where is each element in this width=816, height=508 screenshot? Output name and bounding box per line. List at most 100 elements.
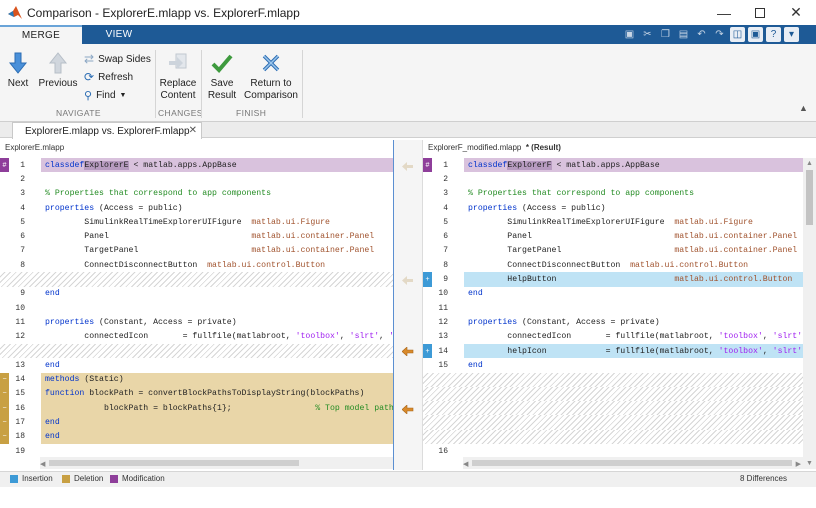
code-line[interactable] [423,415,803,430]
code-line[interactable]: 13 end [0,358,393,372]
code-line[interactable] [0,343,393,359]
code-text: Panel matlab.ui.container.Panel [468,232,798,242]
paste-icon[interactable]: ▤ [676,27,691,42]
code-line[interactable] [0,272,393,287]
code-line[interactable]: 4 properties (Access = public) [0,201,393,215]
scroll-left-icon[interactable]: ◀ [463,460,468,468]
code-text: helpIcon = fullfile(matlabroot, 'toolbox… [464,343,803,359]
code-line[interactable]: 2 [0,172,393,186]
code-line[interactable]: +9 HelpButton matlab.ui.control.Button [423,272,803,287]
line-number: 8 [20,260,25,270]
code-line[interactable]: 10 end [423,287,803,301]
close-tab-icon[interactable]: ✕ [189,125,197,136]
code-line[interactable]: −15 function blockPath = convertBlockPat… [0,386,393,402]
collapse-ribbon-icon[interactable]: ▲ [799,103,808,113]
layout-icon[interactable]: ◫ [730,27,745,42]
code-line[interactable] [423,429,803,444]
tab-merge[interactable]: MERGE [0,25,82,44]
close-window-button[interactable]: ✕ [778,0,814,25]
code-line[interactable]: 16 [423,444,803,456]
save-icon[interactable]: ▣ [622,27,637,42]
merge-arrow-icon[interactable] [401,161,415,171]
scroll-right-icon[interactable]: ▶ [796,460,801,468]
left-horizontal-scrollbar[interactable]: ◀ [40,457,393,469]
code-line[interactable]: 12 properties (Constant, Access = privat… [423,315,803,329]
change-marker [0,444,9,456]
code-line[interactable]: 8 ConnectDisconnectButton matlab.ui.cont… [0,258,393,272]
previous-button[interactable]: Previous [38,52,78,90]
replace-content-button[interactable]: Replace Content [158,52,198,102]
change-marker [0,301,9,315]
cut-icon[interactable]: ✂ [640,27,655,42]
merge-arrow-icon[interactable] [401,347,415,357]
code-line[interactable]: 5 SimulinkRealTimeExplorerUIFigure matla… [423,215,803,229]
code-line[interactable]: 12 connectedIcon = fullfile(matlabroot, … [0,330,393,344]
code-line[interactable]: −18 end [0,429,393,444]
scroll-thumb[interactable] [472,460,792,466]
code-line[interactable]: 2 [423,172,803,186]
change-marker: − [0,401,9,416]
scroll-up-icon[interactable]: ▲ [806,160,813,167]
code-line[interactable]: 7 TargetPanel matlab.ui.container.Panel [423,244,803,258]
code-line[interactable]: 11 [423,301,803,315]
next-button[interactable]: Next [4,52,32,90]
right-horizontal-scrollbar[interactable]: ◀ ▶ [463,457,803,469]
scroll-down-icon[interactable]: ▼ [806,460,813,467]
code-text: properties (Constant, Access = private) [468,317,660,327]
code-line[interactable]: 13 connectedIcon = fullfile(matlabroot, … [423,330,803,344]
code-line[interactable]: 7 TargetPanel matlab.ui.container.Panel [0,244,393,258]
code-line[interactable]: 3 % Properties that correspond to app co… [423,187,803,201]
code-line[interactable]: +14 helpIcon = fullfile(matlabroot, 'too… [423,343,803,359]
code-line[interactable]: 8 ConnectDisconnectButton matlab.ui.cont… [423,258,803,272]
scroll-thumb[interactable] [49,460,299,466]
code-line[interactable] [423,386,803,402]
code-line[interactable]: #1 classdef ExplorerF < matlab.apps.AppBa… [423,158,803,173]
tab-view[interactable]: VIEW [82,25,156,44]
code-line[interactable]: 6 Panel matlab.ui.container.Panel [423,230,803,244]
copy-icon[interactable]: ❐ [658,27,673,42]
code-line[interactable] [423,372,803,387]
right-vertical-scrollbar[interactable]: ▲ ▼ [803,158,816,469]
code-text: % Properties that correspond to app comp… [468,189,695,199]
merge-arrow-icon[interactable] [401,275,415,285]
right-pane-header: ExplorerF_modified.mlapp * (Result) [428,142,561,152]
swap-sides-button[interactable]: ⇄ Swap Sides [84,52,151,66]
minimize-button[interactable]: — [706,0,742,25]
code-line[interactable]: −16 blockPath = blockPaths{1}; % Top mod… [0,401,393,416]
merge-arrow-icon[interactable] [401,404,415,414]
line-number: 5 [20,217,25,227]
code-line[interactable] [423,401,803,416]
return-to-comparison-button[interactable]: Return to Comparison [242,52,300,102]
code-line[interactable]: −14 methods (Static) [0,372,393,387]
code-line[interactable]: 10 [0,301,393,315]
options-icon[interactable]: ▾ [784,27,799,42]
refresh-button[interactable]: ⟳ Refresh [84,70,133,84]
right-code-pane[interactable]: #1 classdef ExplorerF < matlab.apps.AppBa… [423,158,803,456]
scroll-left-icon[interactable]: ◀ [40,460,45,468]
code-line[interactable]: 5 SimulinkRealTimeExplorerUIFigure matla… [0,215,393,229]
code-line[interactable]: 19 [0,444,393,456]
code-text: end [468,289,483,299]
redo-icon[interactable]: ↷ [712,27,727,42]
code-line[interactable]: #1 classdef ExplorerE < matlab.apps.AppBa… [0,158,393,173]
left-pane-header: ExplorerE.mlapp [5,142,65,152]
save-result-button[interactable]: Save Result [204,52,240,102]
document-tab[interactable]: ExplorerE.mlapp vs. ExplorerF.mlapp ✕ [12,122,202,139]
help-icon[interactable]: ? [766,27,781,42]
code-line[interactable]: 3 % Properties that correspond to app co… [0,187,393,201]
left-code-pane[interactable]: #1 classdef ExplorerE < matlab.apps.AppBa… [0,158,393,456]
code-line[interactable]: −17 end [0,415,393,430]
maximize-button[interactable] [742,0,778,25]
find-button[interactable]: ⚲ Find ▼ [84,89,126,102]
code-line[interactable]: 11 properties (Constant, Access = privat… [0,315,393,329]
code-line[interactable]: 4 properties (Access = public) [423,201,803,215]
change-marker [0,201,9,215]
code-line[interactable]: 6 Panel matlab.ui.container.Panel [0,230,393,244]
code-line[interactable]: 9 end [0,287,393,301]
window-icon[interactable]: ▣ [748,27,763,42]
scroll-thumb[interactable] [806,170,813,225]
undo-icon[interactable]: ↶ [694,27,709,42]
code-line[interactable]: 15 end [423,358,803,372]
